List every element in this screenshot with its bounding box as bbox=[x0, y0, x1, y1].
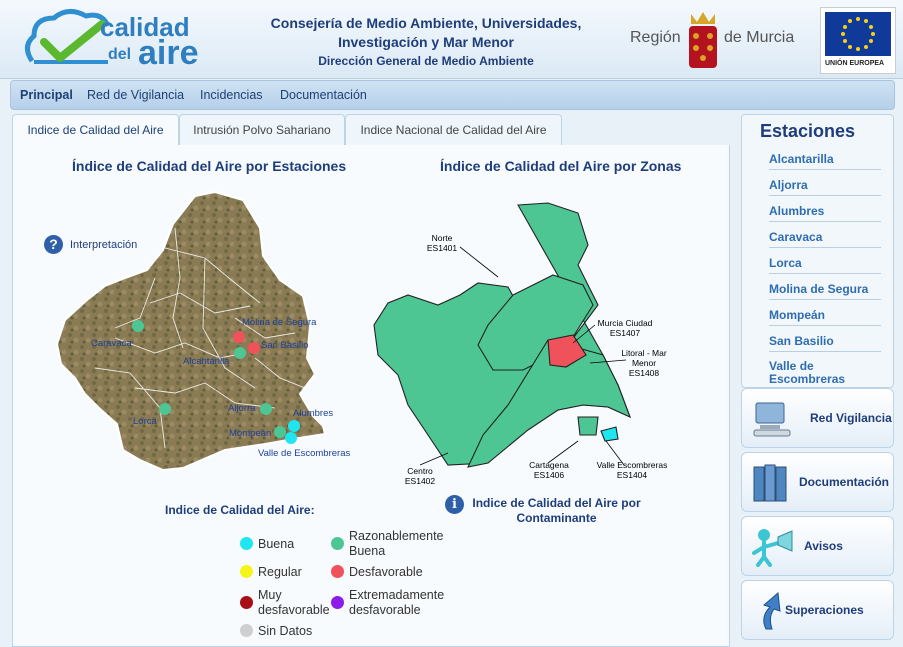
zone-label-centro[interactable]: Centro ES1402 bbox=[398, 466, 442, 486]
logo-word-aire: aire bbox=[138, 34, 199, 72]
eu-label: UNIÓN EUROPEA bbox=[825, 60, 885, 67]
legend-dot-sin-datos bbox=[240, 624, 253, 637]
zone-label-cartagena[interactable]: Cartagena ES1406 bbox=[520, 460, 578, 480]
stations-sidebar-title: Estaciones bbox=[760, 121, 856, 141]
map-label-caravaca[interactable]: Caravaca bbox=[91, 338, 132, 349]
pollutant-index-label: Indice de Calidad del Aire por Contamina… bbox=[472, 496, 641, 525]
station-dot-valle-de-escombreras[interactable] bbox=[285, 432, 297, 444]
eu-logo: UNIÓN EUROPEA bbox=[820, 7, 896, 74]
sidebar-station-lorca[interactable]: Lorca bbox=[769, 256, 881, 274]
legend-label-regular: Regular bbox=[258, 565, 302, 579]
legend-label-muy-desfavorable: Muy desfavorable bbox=[258, 588, 330, 617]
documentacion-button[interactable]: Documentación bbox=[741, 452, 894, 512]
map-label-lorca[interactable]: Lorca bbox=[133, 416, 157, 427]
station-dot-molina-de-segura[interactable] bbox=[233, 331, 245, 343]
zone-label-valle-escombreras[interactable]: Valle Escombreras ES1404 bbox=[586, 460, 678, 480]
legend-label-desfavorable: Desfavorable bbox=[349, 565, 423, 579]
legend-dot-muy-desfavorable bbox=[240, 596, 253, 609]
region-murcia-logo: Región de Murcia bbox=[628, 8, 798, 72]
stations-map-title: Índice de Calidad del Aire por Estacione… bbox=[72, 158, 347, 174]
pollutant-index-link[interactable]: i Indice de Calidad del Aire por Contami… bbox=[445, 495, 645, 527]
sidebar-station-aljorra[interactable]: Aljorra bbox=[769, 178, 881, 196]
nav-incidencias[interactable]: Incidencias bbox=[200, 88, 263, 102]
documentacion-label: Documentación bbox=[799, 475, 890, 489]
station-dot-san-basilio[interactable] bbox=[248, 342, 260, 354]
station-dot-lorca[interactable] bbox=[159, 403, 171, 415]
legend-label-extremadamente-desfavorable: Extremadamente desfavorable bbox=[349, 588, 445, 617]
sidebar-station-alumbres[interactable]: Alumbres bbox=[769, 204, 881, 222]
sidebar-station-molina-de-segura[interactable]: Molina de Segura bbox=[769, 282, 881, 300]
stations-satellite-map[interactable] bbox=[55, 188, 355, 478]
binders-icon bbox=[753, 464, 787, 502]
station-dot-alumbres[interactable] bbox=[288, 420, 300, 432]
map-label-valle-de-escombreras[interactable]: Valle de Escombreras bbox=[258, 448, 350, 459]
zones-map-title: Índice de Calidad del Aire por Zonas bbox=[440, 158, 682, 174]
map-label-aljorra[interactable]: Aljorra bbox=[228, 403, 255, 414]
map-label-san-basilio[interactable]: San Basilio bbox=[261, 340, 309, 351]
nav-documentacion[interactable]: Documentación bbox=[280, 88, 367, 102]
nav-red-de-vigilancia[interactable]: Red de Vigilancia bbox=[87, 88, 184, 102]
map-label-molina-de-segura[interactable]: Molina de Segura bbox=[242, 317, 316, 328]
superaciones-label: Superaciones bbox=[785, 603, 864, 617]
logo-word-del: del bbox=[108, 46, 132, 63]
sidebar-station-valle-de-escombreras[interactable]: Valle de Escombreras bbox=[769, 360, 881, 389]
map-label-alumbres[interactable]: Alumbres bbox=[293, 408, 333, 419]
nav-principal[interactable]: Principal bbox=[20, 88, 73, 102]
eu-flag-icon bbox=[825, 12, 891, 56]
calidad-del-aire-logo[interactable]: calidad del aire bbox=[20, 6, 235, 74]
region-label-a: Región bbox=[630, 29, 681, 46]
legend-dot-extremadamente-desfavorable bbox=[331, 596, 344, 609]
info-icon: i bbox=[445, 495, 464, 514]
legend-label-buena: Buena bbox=[258, 537, 295, 551]
region-label-b: de Murcia bbox=[724, 29, 795, 46]
legend-title: Indice de Calidad del Aire: bbox=[165, 503, 315, 517]
legend-label-sin-datos: Sin Datos bbox=[258, 624, 313, 638]
ministry-line-3: Dirección General de Medio Ambiente bbox=[318, 54, 534, 68]
sidebar-station-san-basilio[interactable]: San Basilio bbox=[769, 334, 881, 352]
main-nav: Principal Red de Vigilancia Incidencias … bbox=[10, 80, 895, 110]
coat-of-arms-icon bbox=[689, 12, 717, 68]
avisos-label: Avisos bbox=[804, 539, 843, 553]
ministry-line-2: Investigación y Mar Menor bbox=[338, 34, 514, 50]
legend-dot-desfavorable bbox=[331, 565, 344, 578]
superaciones-button[interactable]: Superaciones bbox=[741, 580, 894, 640]
computer-icon bbox=[753, 402, 791, 437]
ministry-heading: Consejería de Medio Ambiente, Universida… bbox=[246, 14, 606, 71]
legend-dot-buena bbox=[240, 537, 253, 550]
tab-indice-nacional[interactable]: Indice Nacional de Calidad del Aire bbox=[345, 114, 562, 145]
page-header: calidad del aire Consejería de Medio Amb… bbox=[0, 0, 903, 79]
stations-sidebar: Estaciones Alcantarilla Aljorra Alumbres… bbox=[741, 114, 894, 388]
zone-label-murcia-ciudad[interactable]: Murcia Ciudad ES1407 bbox=[588, 318, 662, 338]
red-vigilancia-button[interactable]: Red Vigilancia bbox=[741, 388, 894, 448]
megaphone-figure-icon bbox=[752, 529, 793, 567]
station-dot-alcantarilla[interactable] bbox=[234, 347, 246, 359]
station-dot-aljorra[interactable] bbox=[260, 403, 272, 415]
legend-dot-regular bbox=[240, 565, 253, 578]
zone-label-norte[interactable]: Norte ES1401 bbox=[420, 233, 464, 253]
sidebar-station-mompean[interactable]: Mompeán bbox=[769, 308, 881, 326]
sidebar-station-alcantarilla[interactable]: Alcantarilla bbox=[769, 152, 881, 170]
red-vigilancia-label: Red Vigilancia bbox=[810, 411, 892, 425]
sidebar-station-caravaca[interactable]: Caravaca bbox=[769, 230, 881, 248]
avisos-button[interactable]: Avisos bbox=[741, 516, 894, 576]
map-label-alcantarilla[interactable]: Alcantarilla bbox=[183, 356, 229, 367]
station-dot-caravaca[interactable] bbox=[132, 320, 144, 332]
legend-label-razonablemente-buena: Razonablemente Buena bbox=[349, 529, 444, 558]
ministry-line-1: Consejería de Medio Ambiente, Universida… bbox=[270, 15, 582, 31]
tab-indice-calidad-aire[interactable]: Indice de Calidad del Aire bbox=[12, 114, 179, 146]
legend-dot-razonablemente-buena bbox=[331, 537, 344, 550]
tab-intrusion-polvo-sahariano[interactable]: Intrusión Polvo Sahariano bbox=[179, 114, 345, 145]
map-label-mompean[interactable]: Mompeán bbox=[229, 428, 271, 439]
zone-label-litoral-mar-menor[interactable]: Litoral - Mar Menor ES1408 bbox=[616, 348, 672, 378]
